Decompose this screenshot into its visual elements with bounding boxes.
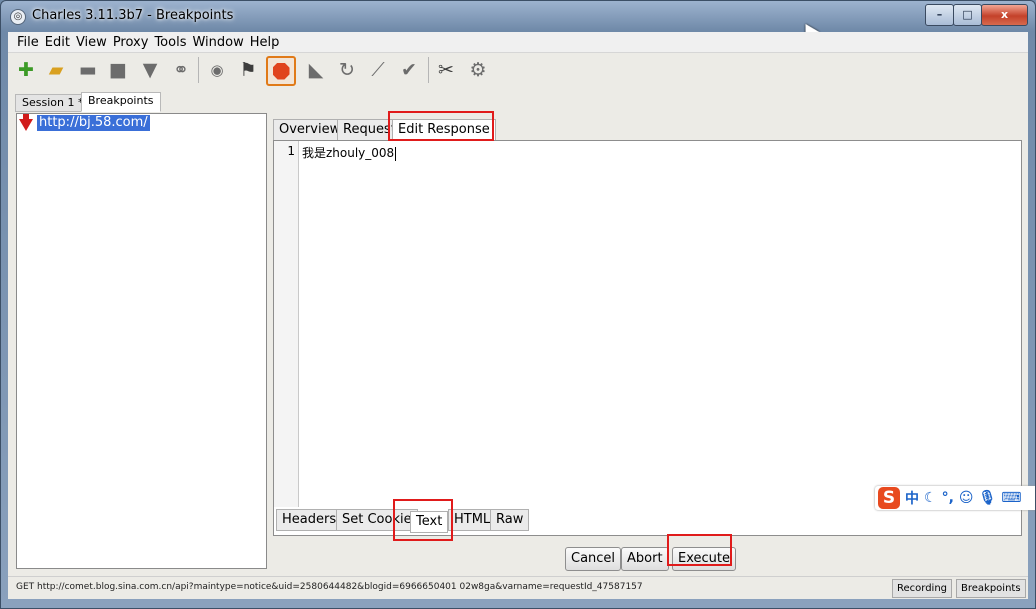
trash-icon[interactable]: ▼ <box>138 58 162 82</box>
microphone-icon[interactable]: 🎙 <box>979 490 997 506</box>
abort-button[interactable]: Abort <box>621 547 669 571</box>
tools-icon[interactable]: ✂ <box>434 58 458 82</box>
toolbar-separator <box>198 57 199 83</box>
menu-window[interactable]: Window <box>189 32 246 51</box>
tab-raw[interactable]: Raw <box>490 509 530 531</box>
cancel-button[interactable]: Cancel <box>565 547 622 571</box>
window-title: Charles 3.11.3b7 - Breakpoints <box>32 8 234 23</box>
line-gutter: 1 <box>274 141 299 507</box>
save-icon[interactable]: ▬ <box>76 58 100 82</box>
menu-tools[interactable]: Tools <box>151 32 189 51</box>
toolbar: ✚ ▰ ▬ ■ ▼ ⚭ ◉ ⚑ ◣ ↻ ⟋ ✔ ✂ ⚙ <box>8 53 1028 89</box>
ime-toolbar: S 中 ☾ °, ☺ 🎙 ⌨ <box>875 486 1035 510</box>
tree-item-url[interactable]: http://bj.58.com/ <box>37 115 150 131</box>
smiley-icon[interactable]: ☺ <box>959 490 974 506</box>
bottom-tabs: Headers Set Cookie Text HTML Raw <box>273 507 1022 536</box>
save-disk-icon[interactable]: ■ <box>106 58 130 82</box>
edit-pencil-icon[interactable]: ⟋ <box>366 58 390 82</box>
settings-gear-icon[interactable]: ⚙ <box>466 58 490 82</box>
client-area: File Edit View Proxy Tools Window Help ✚ ▰ ▬ ■… <box>8 32 1028 599</box>
tab-breakpoints[interactable]: Breakpoints <box>81 92 161 112</box>
new-session-icon[interactable]: ✚ <box>14 58 38 82</box>
status-bar: GET http://comet.blog.sina.com.cn/api?ma… <box>8 576 1028 599</box>
menu-file[interactable]: File <box>14 32 42 51</box>
binoculars-icon[interactable]: ⚭ <box>169 58 193 82</box>
minimize-button[interactable]: – <box>925 4 954 26</box>
record-icon[interactable]: ◉ <box>205 58 229 82</box>
validate-check-icon[interactable]: ✔ <box>397 58 421 82</box>
app-window: ◎ Charles 3.11.3b7 - Breakpoints – □ x F… <box>0 0 1036 609</box>
open-icon[interactable]: ▰ <box>44 58 68 82</box>
title-bar[interactable]: ◎ Charles 3.11.3b7 - Breakpoints – □ x <box>1 1 1035 31</box>
action-bar: Cancel Abort Execute <box>270 538 1026 575</box>
tab-edit-response[interactable]: Edit Response <box>392 119 496 141</box>
toolbar-separator <box>428 57 429 83</box>
close-button[interactable]: x <box>981 4 1028 26</box>
repeat-icon[interactable]: ↻ <box>335 58 359 82</box>
menu-proxy[interactable]: Proxy <box>110 32 152 51</box>
stop-breakpoints-icon[interactable] <box>266 56 296 86</box>
response-text-editor[interactable]: 1 我是zhouly_008 <box>273 140 1022 508</box>
sogou-ime-icon[interactable]: S <box>878 487 900 509</box>
tab-text[interactable]: Text <box>410 511 449 533</box>
execute-button[interactable]: Execute <box>672 547 736 571</box>
status-request-url: GET http://comet.blog.sina.com.cn/api?ma… <box>16 582 643 592</box>
session-tabs: Session 1 * Breakpoints <box>8 92 1028 112</box>
line-number: 1 <box>287 144 295 158</box>
tab-html[interactable]: HTML <box>448 509 497 531</box>
menu-view[interactable]: View <box>73 32 110 51</box>
breakpoints-status-button[interactable]: Breakpoints <box>956 579 1026 598</box>
tab-headers[interactable]: Headers <box>276 509 343 531</box>
tab-set-cookie[interactable]: Set Cookie <box>336 509 418 531</box>
editor-line[interactable]: 我是zhouly_008 <box>302 144 397 161</box>
editor-content: 我是zhouly_008 <box>302 146 395 160</box>
keyboard-icon[interactable]: ⌨ <box>1001 490 1021 506</box>
breakpoint-arrow-icon <box>19 119 33 131</box>
maximize-button[interactable]: □ <box>953 4 982 26</box>
menu-help[interactable]: Help <box>247 32 283 51</box>
punctuation-icon[interactable]: °, <box>942 490 954 506</box>
menu-edit[interactable]: Edit <box>42 32 73 51</box>
ime-chinese-mode[interactable]: 中 <box>905 488 919 508</box>
moon-icon[interactable]: ☾ <box>924 490 937 506</box>
charles-app-icon: ◎ <box>10 9 26 25</box>
tab-session-1[interactable]: Session 1 * <box>15 94 91 112</box>
compose-icon[interactable]: ◣ <box>304 58 328 82</box>
recording-status-button[interactable]: Recording <box>892 579 953 598</box>
throttle-flag-icon[interactable]: ⚑ <box>236 58 260 82</box>
breakpoint-editor-pane: Overview Request Edit Response 1 我是zhoul… <box>270 113 1026 595</box>
text-caret <box>395 146 397 161</box>
structure-tree: http://bj.58.com/ <box>16 113 267 569</box>
menu-bar: File Edit View Proxy Tools Window Help <box>8 32 1028 53</box>
tab-overview[interactable]: Overview <box>273 119 347 141</box>
